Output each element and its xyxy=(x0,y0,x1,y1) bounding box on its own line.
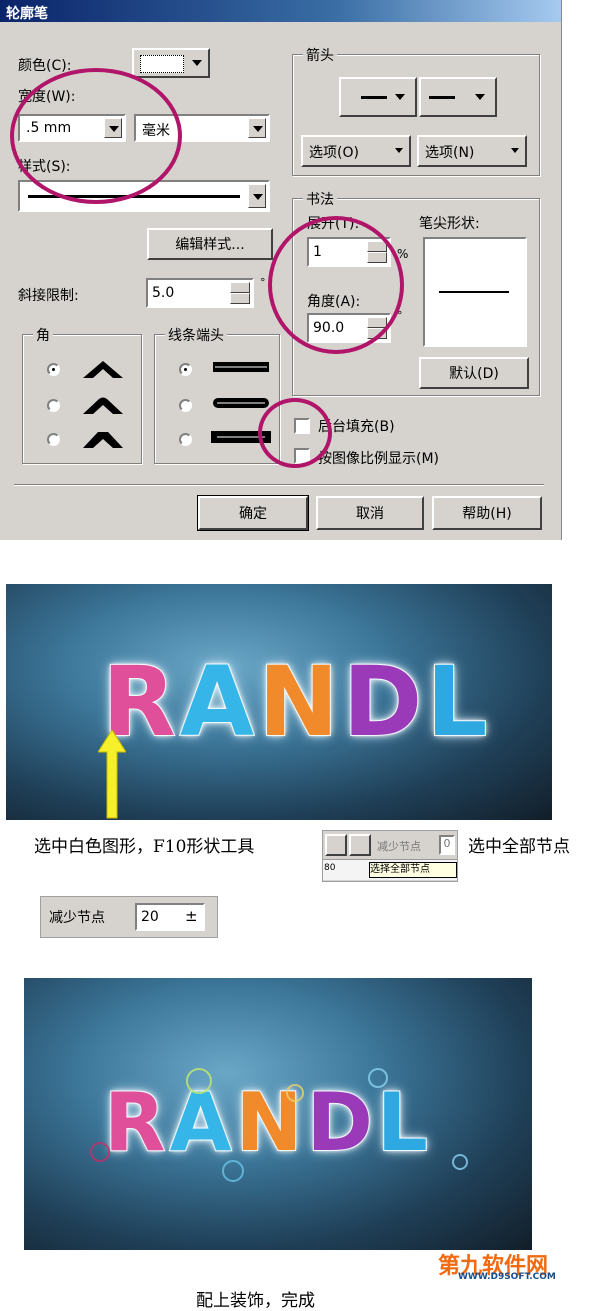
corner-round-radio[interactable] xyxy=(47,399,60,412)
bubble-decoration xyxy=(368,1068,388,1088)
butt-cap-icon xyxy=(213,362,269,372)
miter-spinner[interactable] xyxy=(230,282,250,304)
highlight-circle-behind-fill xyxy=(258,398,332,468)
reduce-nodes-value: 20 xyxy=(141,909,159,925)
letter-d: D xyxy=(342,645,427,759)
chevron-down-icon xyxy=(192,60,202,66)
arrows-group: 箭头 选项(O) 选项(N) xyxy=(292,45,540,176)
bubble-decoration xyxy=(286,1084,304,1102)
miter-unit: ° xyxy=(260,276,266,289)
line-caps-group-label: 线条端头 xyxy=(165,325,227,345)
cap-butt-radio[interactable] xyxy=(179,363,192,376)
chevron-down-icon xyxy=(395,148,403,153)
letter-l: L xyxy=(376,1075,432,1170)
highlight-circle-width xyxy=(10,68,182,204)
nib-shape-label: 笔尖形状: xyxy=(419,216,480,232)
bubble-decoration xyxy=(90,1142,110,1162)
letter-a: A xyxy=(179,645,259,759)
options-right-label: 选项(N) xyxy=(425,145,475,161)
arrows-group-label: 箭头 xyxy=(303,45,337,65)
arrow-options-left-button[interactable]: 选项(O) xyxy=(301,135,411,167)
shape-tool-icon[interactable] xyxy=(325,834,347,856)
randl-glow-image: RANDL xyxy=(6,584,552,820)
caption-shape-tool: 选中白色图形，F10形状工具 xyxy=(34,837,255,857)
ruler: 80 选择全部节点 xyxy=(323,859,457,880)
caption-complete: 配上装饰，完成 xyxy=(196,1291,315,1311)
chevron-down-icon[interactable] xyxy=(248,184,266,208)
site-watermark: 第九软件网 WWW.D9SOFT.COM xyxy=(436,1248,600,1282)
miter-corner-icon xyxy=(83,361,123,378)
letter-n: N xyxy=(257,645,343,759)
options-left-label: 选项(O) xyxy=(309,145,359,161)
title-bar: 轮廓笔 xyxy=(0,0,561,22)
corner-miter-radio[interactable] xyxy=(47,363,60,376)
yellow-arrow-icon xyxy=(98,730,126,819)
help-button[interactable]: 帮助(H) xyxy=(432,496,542,530)
spin-arrows-icon[interactable]: ± xyxy=(185,907,198,925)
cancel-button[interactable]: 取消 xyxy=(316,496,424,530)
miter-limit-value: 5.0 xyxy=(152,285,175,301)
cap-square-radio[interactable] xyxy=(179,433,192,446)
bubble-decoration xyxy=(222,1160,244,1182)
color-picker-button[interactable] xyxy=(132,48,210,78)
chevron-down-icon xyxy=(475,94,485,100)
spin-down-icon[interactable] xyxy=(230,293,250,304)
reduce-nodes-input[interactable]: 20 ± xyxy=(135,903,205,931)
calligraphy-group-label: 书法 xyxy=(303,189,337,209)
start-arrow-select[interactable] xyxy=(339,77,417,117)
no-arrow-icon xyxy=(361,96,387,99)
chevron-down-icon xyxy=(511,148,519,153)
letter-l: L xyxy=(425,645,492,759)
nib-shape-preview[interactable] xyxy=(423,237,527,347)
select-all-nodes-tooltip: 选择全部节点 xyxy=(369,862,457,878)
reduce-nodes-toolbar-label: 减少节点 xyxy=(377,840,421,853)
bevel-corner-icon xyxy=(83,432,123,448)
chevron-down-icon xyxy=(395,94,405,100)
spin-up-icon[interactable] xyxy=(230,282,250,293)
ok-button[interactable]: 确定 xyxy=(197,495,309,531)
end-arrow-select[interactable] xyxy=(419,77,497,117)
default-button[interactable]: 默认(D) xyxy=(419,357,529,389)
dialog-title: 轮廓笔 xyxy=(6,6,48,22)
watermark-url: WWW.D9SOFT.COM xyxy=(458,1272,556,1282)
no-arrow-icon xyxy=(429,96,455,99)
corners-group-label: 角 xyxy=(33,325,53,345)
reduce-nodes-toolbar-value[interactable]: 0 xyxy=(439,835,455,855)
caption-select-all-nodes: 选中全部节点 xyxy=(468,837,570,857)
cap-round-radio[interactable] xyxy=(179,399,192,412)
color-swatch xyxy=(140,55,184,73)
round-cap-icon xyxy=(213,398,269,408)
shape-toolbar-snippet: 减少节点 0 80 选择全部节点 xyxy=(322,830,458,882)
scale-with-image-label: 按图像比例显示(M) xyxy=(318,451,440,467)
select-nodes-icon[interactable] xyxy=(349,834,371,856)
bubble-decoration xyxy=(186,1068,212,1094)
letter-d: D xyxy=(305,1075,377,1170)
corners-group: 角 xyxy=(22,325,142,464)
randl-decorated-text: RANDL xyxy=(103,1075,432,1170)
arrow-options-right-button[interactable]: 选项(N) xyxy=(417,135,527,167)
ruler-label: 80 xyxy=(324,863,336,873)
edit-style-button[interactable]: 编辑样式... xyxy=(147,228,273,260)
randl-decorated-image: RANDL xyxy=(24,978,532,1250)
reduce-nodes-panel: 减少节点 20 ± xyxy=(40,896,218,938)
randl-text: RANDL xyxy=(101,645,492,759)
chevron-down-icon[interactable] xyxy=(248,118,266,138)
divider xyxy=(14,484,544,486)
letter-r: R xyxy=(103,1075,170,1170)
miter-limit-input[interactable]: 5.0 xyxy=(146,278,254,308)
corner-bevel-radio[interactable] xyxy=(47,433,60,446)
highlight-circle-calligraphy xyxy=(268,216,404,354)
nib-line xyxy=(439,291,509,293)
outline-pen-dialog: 轮廓笔 颜色(C): 宽度(W): .5 mm 毫米 样式(S): 编辑样式..… xyxy=(0,0,562,540)
reduce-nodes-label: 减少节点 xyxy=(49,910,105,926)
bubble-decoration xyxy=(452,1154,468,1170)
round-corner-icon xyxy=(83,397,123,414)
miter-limit-label: 斜接限制: xyxy=(18,288,79,304)
